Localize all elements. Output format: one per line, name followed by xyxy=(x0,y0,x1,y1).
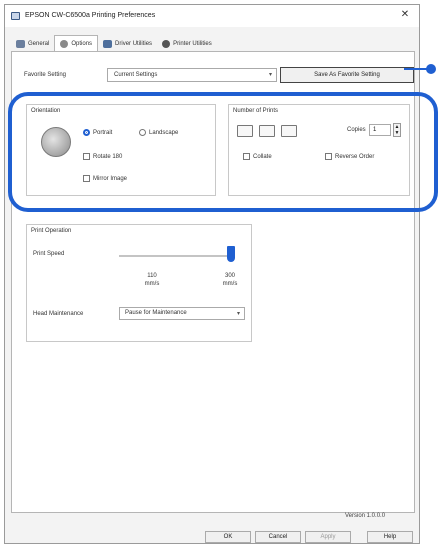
printing-preferences-window: EPSON CW-C6500a Printing Preferences ✕ G… xyxy=(4,4,420,544)
print-speed-slider-track[interactable] xyxy=(119,255,231,257)
window-title: EPSON CW-C6500a Printing Preferences xyxy=(25,12,156,19)
head-maintenance-value: Pause for Maintenance xyxy=(125,310,187,316)
print-speed-label: Print Speed xyxy=(33,251,65,257)
tab-options[interactable]: Options xyxy=(54,35,99,51)
options-icon xyxy=(60,39,69,48)
tab-driver-utilities[interactable]: Driver Utilities xyxy=(98,37,157,51)
tab-general[interactable]: General xyxy=(11,37,54,51)
tab-general-label: General xyxy=(28,41,50,47)
head-maintenance-label: Head Maintenance xyxy=(33,311,84,317)
printer-app-icon xyxy=(11,12,20,20)
tab-printer-utilities-label: Printer Utilities xyxy=(173,41,212,47)
tab-options-label: Options xyxy=(71,40,93,47)
speed-max-unit: mm/s xyxy=(222,281,238,287)
version-text: Version 1.0.0.0 xyxy=(345,513,386,519)
speed-min-value: 110 xyxy=(147,273,157,279)
help-button[interactable]: Help xyxy=(367,531,413,543)
chevron-down-icon: ▾ xyxy=(236,311,240,317)
tab-printer-utilities[interactable]: Printer Utilities xyxy=(157,37,217,51)
tab-bar: General Options Driver Utilities Printer… xyxy=(11,35,217,51)
ok-button[interactable]: OK xyxy=(205,531,251,543)
callout-marker-dot xyxy=(426,64,436,74)
speed-max-value: 300 xyxy=(224,273,235,279)
head-maintenance-dropdown[interactable]: Pause for Maintenance ▾ xyxy=(119,307,245,320)
print-operation-group: Print Operation Print Speed 110 mm/s 300… xyxy=(26,224,252,342)
tab-driver-utilities-label: Driver Utilities xyxy=(115,41,153,47)
favorite-setting-value: Current Settings xyxy=(114,72,158,78)
favorite-setting-dropdown[interactable]: Current Settings ▾ xyxy=(107,68,277,82)
title-bar: EPSON CW-C6500a Printing Preferences ✕ xyxy=(5,5,419,27)
printer-utilities-icon xyxy=(162,40,171,48)
cancel-button[interactable]: Cancel xyxy=(255,531,301,543)
driver-utilities-icon xyxy=(103,40,113,48)
apply-button[interactable]: Apply xyxy=(305,531,351,543)
print-operation-title: Print Operation xyxy=(31,228,72,234)
highlight-frame xyxy=(8,92,438,212)
speed-min-unit: mm/s xyxy=(144,281,160,287)
close-button[interactable]: ✕ xyxy=(397,8,413,22)
favorite-setting-label: Favorite Setting xyxy=(24,72,67,78)
save-as-favorite-button[interactable]: Save As Favorite Setting xyxy=(280,67,414,83)
print-speed-slider-thumb[interactable] xyxy=(227,246,235,262)
general-icon xyxy=(16,40,25,48)
chevron-down-icon: ▾ xyxy=(268,72,272,78)
